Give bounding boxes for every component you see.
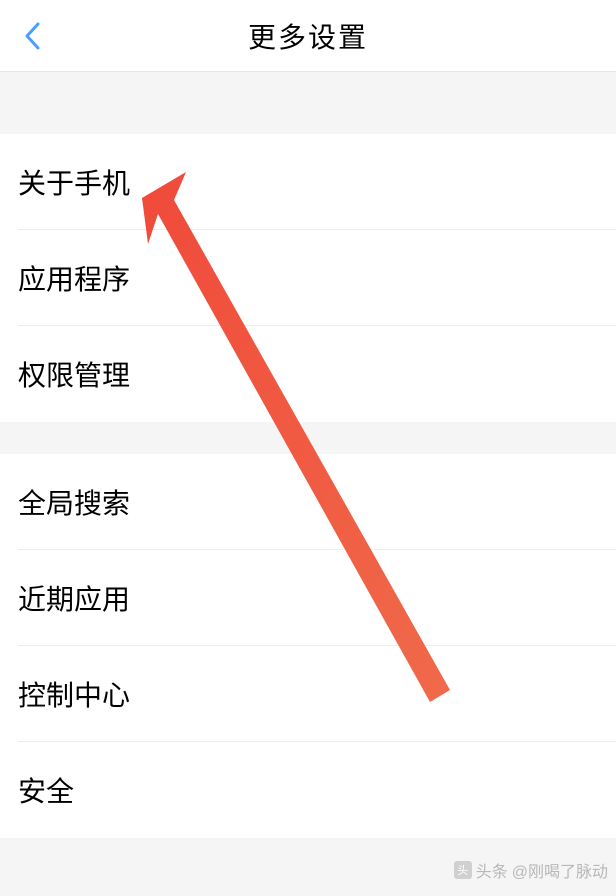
page-title: 更多设置 xyxy=(0,16,616,56)
list-item-label: 权限管理 xyxy=(18,354,130,394)
list-item-label: 全局搜索 xyxy=(18,482,130,522)
watermark: 头 头条 @刚喝了脉动 xyxy=(454,858,608,882)
list-item-label: 安全 xyxy=(18,770,74,810)
list-item-apps[interactable]: 应用程序 xyxy=(0,230,616,326)
list-item-label: 应用程序 xyxy=(18,258,130,298)
list-item-about-phone[interactable]: 关于手机 xyxy=(0,134,616,230)
list-item-label: 控制中心 xyxy=(18,674,130,714)
section-gap xyxy=(0,422,616,454)
list-group-2: 全局搜索 近期应用 控制中心 安全 xyxy=(0,454,616,838)
list-item-label: 近期应用 xyxy=(18,578,130,618)
section-gap xyxy=(0,72,616,134)
list-item-recent-apps[interactable]: 近期应用 xyxy=(0,550,616,646)
watermark-prefix: 头条 xyxy=(476,858,508,882)
watermark-icon: 头 xyxy=(454,861,472,879)
back-button[interactable] xyxy=(12,16,52,56)
list-item-permissions[interactable]: 权限管理 xyxy=(0,326,616,422)
list-group-1: 关于手机 应用程序 权限管理 xyxy=(0,134,616,422)
chevron-left-icon xyxy=(23,21,41,51)
header-bar: 更多设置 xyxy=(0,0,616,72)
list-item-label: 关于手机 xyxy=(18,162,130,202)
list-item-control-center[interactable]: 控制中心 xyxy=(0,646,616,742)
watermark-handle: @刚喝了脉动 xyxy=(512,858,608,882)
list-item-security[interactable]: 安全 xyxy=(0,742,616,838)
list-item-global-search[interactable]: 全局搜索 xyxy=(0,454,616,550)
